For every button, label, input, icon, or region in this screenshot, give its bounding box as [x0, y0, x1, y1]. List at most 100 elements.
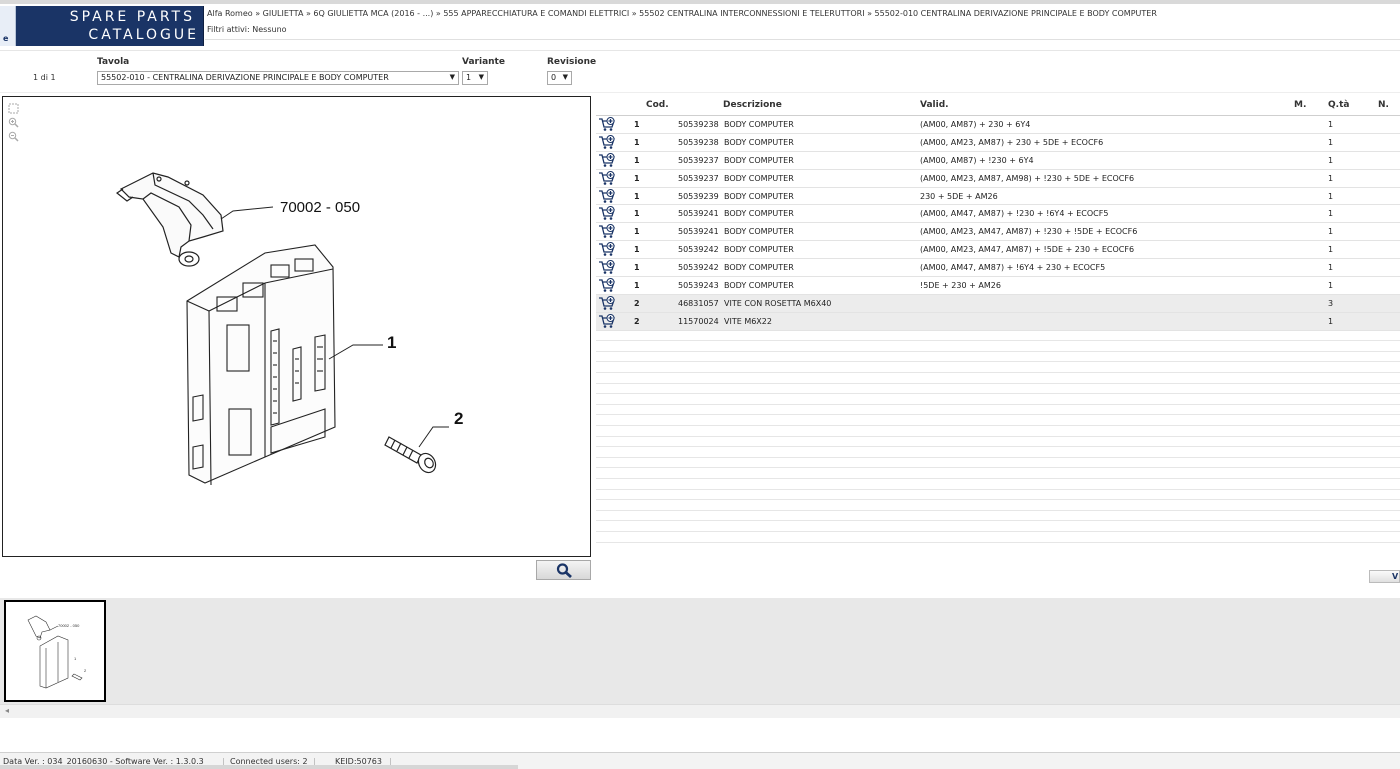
variante-select[interactable]: 1 ▼	[462, 71, 488, 85]
table-row[interactable]: 1 50539243 BODY COMPUTER !5DE + 230 + AM26 1	[596, 277, 1400, 295]
add-to-cart-icon[interactable]	[598, 170, 616, 186]
table-row[interactable]: 1 50539238 BODY COMPUTER (AM00, AM23, AM87)…	[596, 134, 1400, 152]
status-progress-strip	[0, 765, 518, 769]
variante-select-value: 1	[466, 73, 472, 82]
add-to-cart-icon[interactable]	[598, 117, 616, 132]
logo-side-strip: e	[0, 6, 16, 46]
table-row[interactable]: 1 50539242 BODY COMPUTER (AM00, AM47, AM87)…	[596, 259, 1400, 278]
table-row[interactable]: 1 50539238 BODY COMPUTER (AM00, AM87) + 230…	[596, 116, 1400, 134]
header-divider	[205, 39, 1400, 40]
row-description: BODY COMPUTER	[724, 227, 794, 237]
col-valid[interactable]: Valid.	[920, 100, 949, 110]
empty-table-row	[596, 532, 1400, 543]
callout-label-2[interactable]: 2	[454, 409, 463, 428]
row-qta: 1	[1328, 191, 1334, 201]
bracket-part	[115, 172, 224, 267]
row-description: BODY COMPUTER	[724, 191, 794, 201]
row-validity: (AM00, AM23, AM47, AM87) + !230 + !5DE +…	[920, 227, 1138, 237]
empty-table-row	[596, 405, 1400, 416]
empty-table-row	[596, 521, 1400, 532]
empty-table-row	[596, 490, 1400, 501]
tavola-select[interactable]: 55502-010 - CENTRALINA DERIVAZIONE PRINC…	[97, 71, 459, 85]
col-cod[interactable]: Cod.	[646, 100, 669, 110]
table-row[interactable]: 1 50539242 BODY COMPUTER (AM00, AM23, AM47,…	[596, 241, 1400, 260]
row-cod: 50539237	[678, 155, 719, 165]
empty-table-row	[596, 437, 1400, 448]
row-cod: 50539237	[678, 173, 719, 183]
empty-table-row	[596, 384, 1400, 395]
row-ref: 1	[634, 209, 640, 219]
row-cod: 50539241	[678, 227, 719, 237]
row-description: BODY COMPUTER	[724, 209, 794, 219]
row-qta: 1	[1328, 155, 1334, 165]
empty-table-row	[596, 415, 1400, 427]
row-qta: 1	[1328, 120, 1334, 129]
scroll-left-icon[interactable]: ◂	[5, 706, 9, 715]
callout-label-1[interactable]: 1	[387, 333, 396, 352]
add-to-cart-icon[interactable]	[598, 206, 616, 221]
selector-separator	[0, 92, 1400, 93]
table-row[interactable]: 1 50539241 BODY COMPUTER (AM00, AM23, AM47,…	[596, 223, 1400, 242]
col-n[interactable]: N.	[1378, 100, 1389, 110]
row-ref: 1	[634, 173, 640, 183]
empty-table-row	[596, 458, 1400, 469]
add-to-cart-icon[interactable]	[598, 278, 616, 293]
row-ref: 1	[634, 281, 640, 291]
row-validity: 230 + 5DE + AM26	[920, 191, 998, 201]
window-top-strip	[0, 0, 1400, 4]
row-qta: 3	[1328, 298, 1334, 308]
row-validity: (AM00, AM87) + 230 + 6Y4	[920, 120, 1031, 129]
row-validity: (AM00, AM47, AM87) + !230 + !6Y4 + ECOCF…	[920, 209, 1109, 219]
table-row[interactable]: 1 50539239 BODY COMPUTER 230 + 5DE + AM26 1	[596, 188, 1400, 206]
row-validity: (AM00, AM23, AM87) + 230 + 5DE + ECOCF6	[920, 137, 1104, 147]
table-row[interactable]: 1 50539237 BODY COMPUTER (AM00, AM87) + !23…	[596, 152, 1400, 170]
row-ref: 1	[634, 263, 640, 273]
empty-table-row	[596, 500, 1400, 511]
thumbnail-strip: 70002 - 050 1 2	[0, 598, 1400, 704]
row-description: BODY COMPUTER	[724, 155, 794, 165]
table-row[interactable]: 2 46831057 VITE CON ROSETTA M6X40 3	[596, 294, 1400, 313]
breadcrumb[interactable]: Alfa Romeo » GIULIETTA » 6Q GIULIETTA MC…	[207, 9, 1157, 18]
zoom-drawing-button[interactable]	[536, 560, 591, 580]
add-to-cart-icon[interactable]	[598, 134, 616, 150]
row-qta: 1	[1328, 316, 1334, 326]
add-to-cart-icon[interactable]	[598, 295, 616, 311]
parts-table-body: 1 50539238 BODY COMPUTER (AM00, AM87) + 230…	[596, 116, 1400, 543]
thumbnail-scrollbar[interactable]: ◂	[0, 704, 1400, 718]
side-panel-button[interactable]: V	[1369, 570, 1400, 583]
row-ref: 1	[634, 245, 640, 255]
row-description: VITE CON ROSETTA M6X40	[724, 298, 832, 308]
row-cod: 50539241	[678, 209, 719, 219]
col-m[interactable]: M.	[1294, 100, 1306, 110]
tavola-select-value: 55502-010 - CENTRALINA DERIVAZIONE PRINC…	[101, 73, 389, 82]
add-to-cart-icon[interactable]	[598, 242, 616, 257]
exploded-drawing-panel[interactable]: 70002 - 050 1 2	[2, 96, 591, 557]
row-validity: !5DE + 230 + AM26	[920, 281, 1001, 291]
empty-table-row	[596, 341, 1400, 352]
add-to-cart-icon[interactable]	[598, 313, 616, 329]
col-descrizione[interactable]: Descrizione	[723, 100, 782, 110]
search-icon	[556, 563, 572, 578]
row-cod: 50539242	[678, 263, 719, 273]
add-to-cart-icon[interactable]	[598, 152, 616, 168]
add-to-cart-icon[interactable]	[598, 188, 616, 204]
empty-table-row	[596, 479, 1400, 490]
add-to-cart-icon[interactable]	[598, 260, 616, 275]
empty-table-row	[596, 426, 1400, 437]
add-to-cart-icon[interactable]	[598, 224, 616, 239]
col-qta[interactable]: Q.tà	[1328, 100, 1349, 110]
table-row[interactable]: 1 50539237 BODY COMPUTER (AM00, AM23, AM87,…	[596, 170, 1400, 188]
row-ref: 1	[634, 227, 640, 237]
tavola-label: Tavola	[97, 57, 130, 67]
table-row[interactable]: 2 11570024 VITE M6X22 1	[596, 312, 1400, 331]
table-row[interactable]: 1 50539241 BODY COMPUTER (AM00, AM47, AM87)…	[596, 205, 1400, 224]
row-validity: (AM00, AM23, AM47, AM87) + !5DE + 230 + …	[920, 245, 1135, 255]
chevron-down-icon: ▼	[449, 73, 455, 81]
spare-parts-logo[interactable]: e SPARE PARTS CATALOGUE	[0, 6, 204, 46]
empty-table-row	[596, 362, 1400, 374]
drawing-thumbnail[interactable]: 70002 - 050 1 2	[4, 600, 106, 702]
revisione-select[interactable]: 0 ▼	[547, 71, 572, 85]
row-ref: 1	[634, 137, 640, 147]
callout-label-bracket[interactable]: 70002 - 050	[280, 199, 360, 216]
empty-table-row	[596, 394, 1400, 405]
